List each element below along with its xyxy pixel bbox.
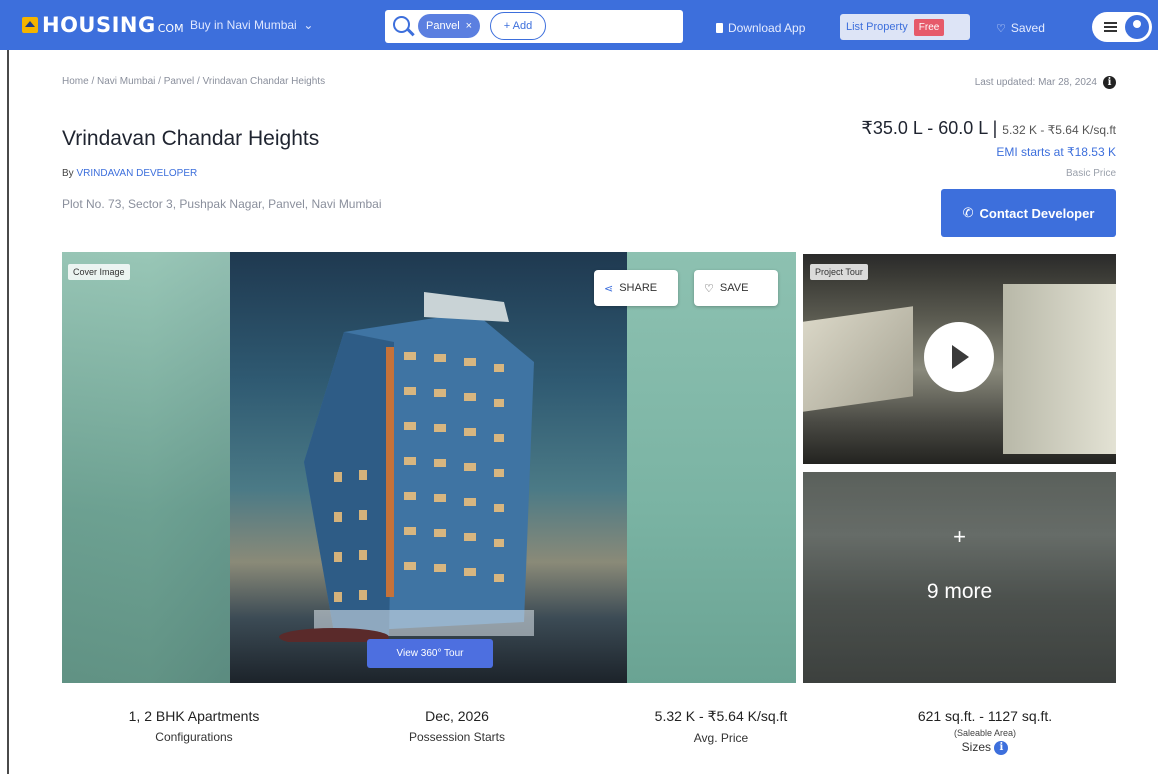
highlight-label: Avg. Price (693, 731, 749, 745)
scan-edge (7, 0, 9, 774)
cover-image-tag: Cover Image (68, 264, 130, 280)
search-icon (393, 16, 410, 33)
share-icon: ⋖ (604, 282, 614, 295)
building-illustration (279, 292, 534, 642)
price-separator: | (992, 118, 998, 138)
cover-image[interactable] (62, 252, 796, 683)
buy-city-dropdown[interactable]: Buy in Navi Mumbai ⌄ (190, 18, 313, 32)
housing-logo[interactable]: HOUSING COM (22, 13, 184, 37)
highlight-value: 621 sq.ft. - 1127 sq.ft. (917, 708, 1053, 724)
chevron-down-icon: ⌄ (300, 18, 314, 32)
highlight-sub: (Saleable Area) (953, 728, 1017, 738)
contact-developer-button[interactable]: ✆ Contact Developer (941, 189, 1116, 237)
highlight-possession: Dec, 2026 Possession Starts (357, 708, 557, 744)
account-menu[interactable] (1092, 12, 1152, 42)
kitchen-wall (1003, 284, 1116, 454)
save-button[interactable]: ♡ SAVE (694, 270, 778, 306)
project-tour-tag: Project Tour (810, 264, 868, 280)
locality-chip-panvel[interactable]: Panvel × (418, 14, 481, 38)
buy-city-label: Buy in Navi Mumbai (190, 18, 297, 32)
price-per-sqft: 5.32 K - ₹5.64 K/sq.ft (1002, 123, 1116, 137)
highlight-value: 1, 2 BHK Apartments (128, 708, 260, 724)
logo-text: HOUSING (42, 13, 156, 37)
highlight-label: Possession Starts (408, 730, 506, 744)
more-plus: + (953, 524, 966, 549)
view-360-tour-button[interactable]: View 360° Tour (367, 639, 493, 668)
save-label: SAVE (719, 282, 749, 294)
highlight-sizes: 621 sq.ft. - 1127 sq.ft. (Saleable Area)… (880, 708, 1090, 755)
kitchen-cabinet (803, 306, 913, 412)
chip-label: Panvel (426, 20, 460, 32)
highlight-label: Configurations (155, 730, 233, 744)
developer-byline: By VRINDAVAN DEVELOPER (62, 168, 197, 179)
list-property-button[interactable]: List Property Free (840, 14, 970, 40)
info-icon[interactable]: i (994, 740, 1009, 755)
phone-icon (716, 23, 723, 33)
search-bar[interactable]: Panvel × + Add (385, 10, 683, 43)
highlight-value: Dec, 2026 (425, 708, 489, 724)
by-prefix: By (62, 168, 74, 179)
share-button[interactable]: ⋖ SHARE (594, 270, 678, 306)
share-label: SHARE (619, 282, 658, 294)
last-updated: Last updated: Mar 28, 2024 i (975, 76, 1116, 89)
highlight-value: 5.32 K - ₹5.64 K/sq.ft (654, 708, 788, 724)
cover-blur-right (627, 252, 796, 683)
page-title: Vrindavan Chandar Heights (62, 127, 320, 150)
saved-label: Saved (1010, 21, 1045, 35)
heart-icon: ♡ (996, 22, 1006, 35)
close-icon[interactable]: × (466, 20, 472, 32)
emi-link[interactable]: EMI starts at ₹18.53 K (996, 145, 1116, 159)
download-app-link[interactable]: Download App (716, 21, 805, 35)
cover-building-photo (230, 252, 627, 683)
more-overlay (803, 472, 1116, 683)
breadcrumb[interactable]: Home / Navi Mumbai / Panvel / Vrindavan … (62, 76, 325, 87)
logo-house-icon (22, 17, 38, 33)
hamburger-icon (1104, 22, 1117, 32)
more-count: 9 more (926, 580, 993, 603)
price-range-value: ₹35.0 L - 60.0 L (861, 118, 988, 138)
more-photos-tile[interactable]: + 9 more (803, 472, 1116, 683)
phone-call-icon: ✆ (962, 205, 974, 220)
highlight-label: Sizes (961, 740, 991, 754)
top-navbar: HOUSING COM Buy in Navi Mumbai ⌄ Panvel … (0, 0, 1158, 50)
price-range: ₹35.0 L - 60.0 L | 5.32 K - ₹5.64 K/sq.f… (861, 118, 1116, 139)
last-updated-text: Last updated: Mar 28, 2024 (974, 77, 1097, 88)
developer-link[interactable]: VRINDAVAN DEVELOPER (76, 168, 197, 179)
contact-developer-label: Contact Developer (979, 205, 1095, 221)
free-badge: Free (913, 18, 945, 36)
download-app-label: Download App (728, 21, 806, 35)
user-avatar-icon (1125, 15, 1149, 39)
info-icon[interactable]: i (1103, 76, 1116, 89)
logo-tld: COM (157, 21, 184, 35)
highlight-avg-price: 5.32 K - ₹5.64 K/sq.ft Avg. Price (616, 708, 826, 745)
cover-blur-left (62, 252, 230, 683)
list-property-label: List Property (846, 21, 908, 33)
heart-icon: ♡ (704, 282, 714, 295)
add-locality-button[interactable]: + Add (490, 12, 546, 40)
highlight-label-row: Sizes i (880, 740, 1090, 755)
play-icon[interactable] (924, 322, 994, 392)
basic-price-label: Basic Price (1065, 168, 1116, 179)
project-address: Plot No. 73, Sector 3, Pushpak Nagar, Pa… (62, 197, 382, 211)
highlight-configurations: 1, 2 BHK Apartments Configurations (94, 708, 294, 744)
saved-link[interactable]: ♡ Saved (996, 21, 1045, 35)
